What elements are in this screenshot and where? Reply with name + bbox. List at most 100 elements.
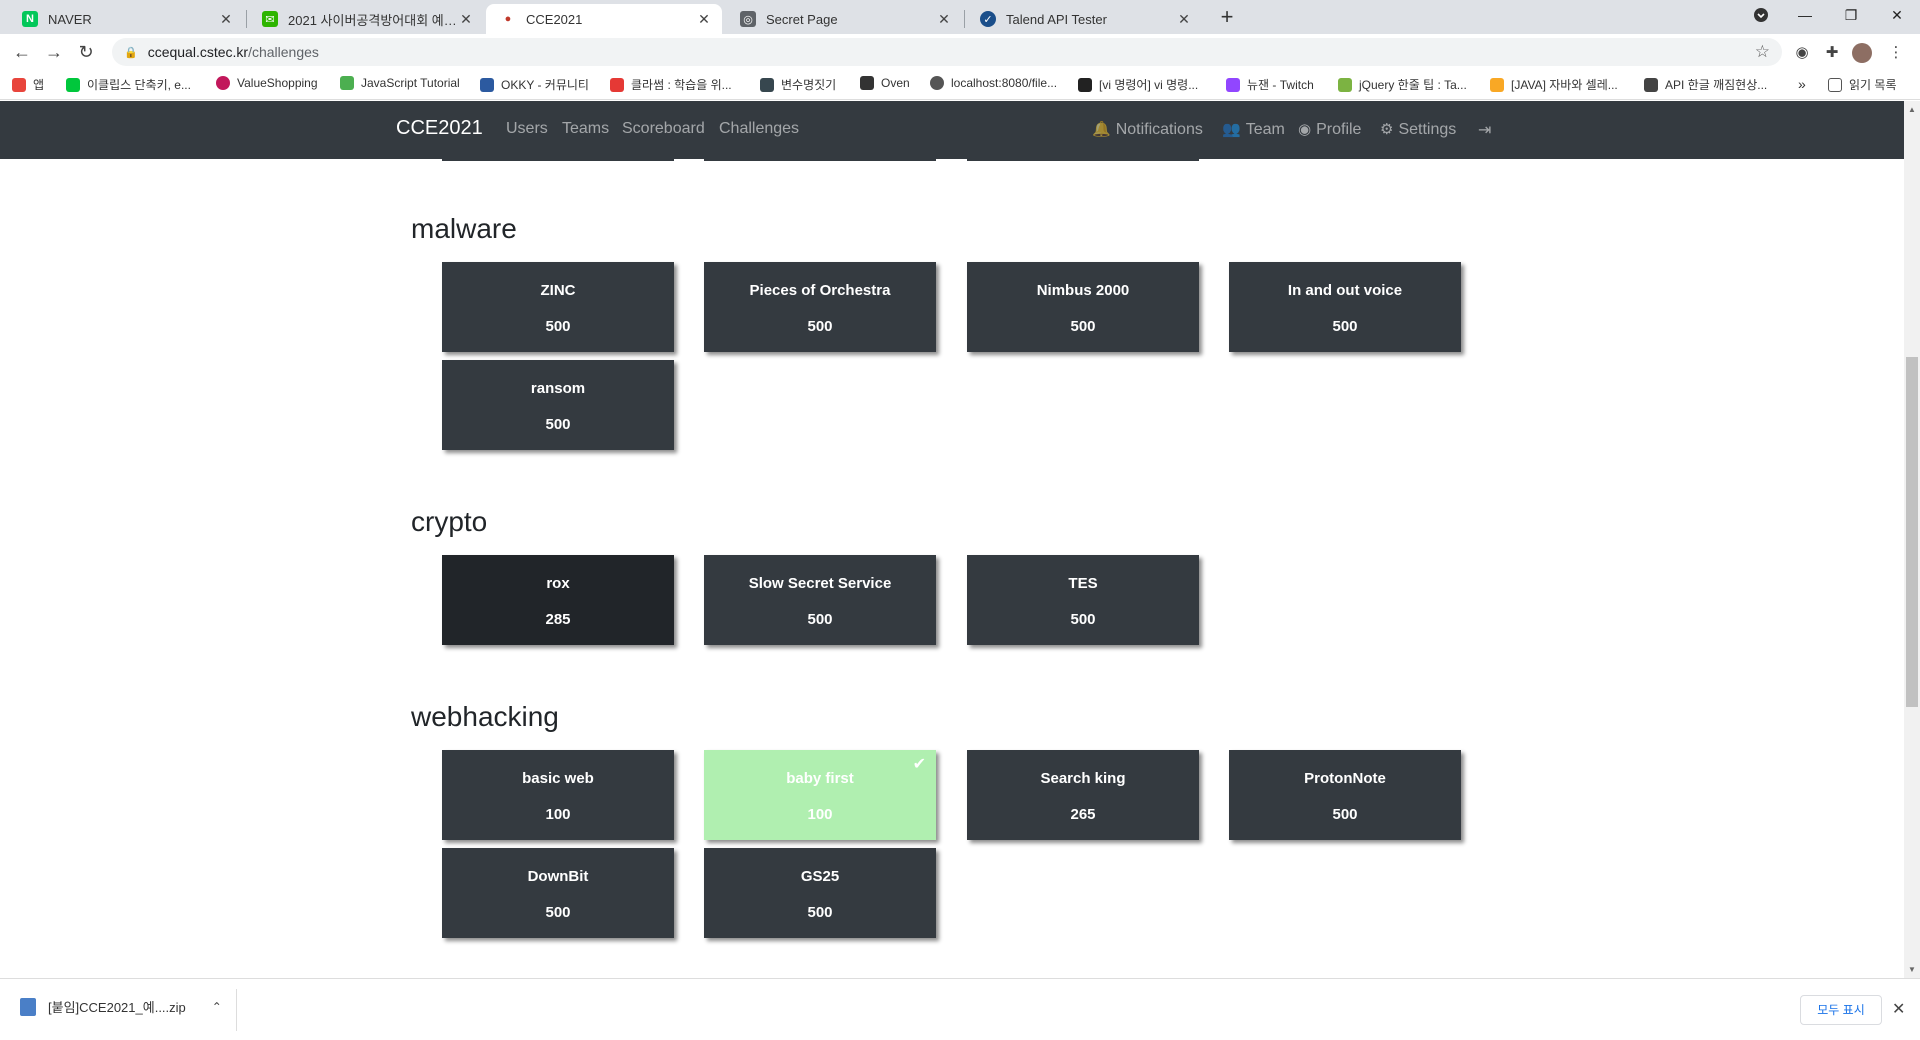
category-title-webhacking: webhacking <box>411 701 559 732</box>
bookmark-item[interactable]: 이클립스 단축키, e... <box>66 76 191 93</box>
page-content: CCE2021 Users Teams Scoreboard Challenge… <box>0 101 1904 978</box>
tab-secret-page[interactable]: ◎ Secret Page ✕ <box>726 4 962 34</box>
address-bar[interactable]: 🔒 ccequal.cstec.kr/challenges ☆ <box>112 38 1782 66</box>
scroll-up-icon[interactable]: ▲ <box>1908 105 1916 114</box>
challenge-card[interactable]: Search king 265 <box>967 750 1199 840</box>
gears-icon: ⚙ <box>1380 121 1394 138</box>
nav-teams[interactable]: Teams <box>562 120 609 138</box>
extensions-puzzle-icon[interactable]: ✚ <box>1822 43 1842 63</box>
tab-naver[interactable]: N NAVER ✕ <box>8 4 244 34</box>
challenge-name: rox <box>546 575 570 592</box>
bookmark-label: jQuery 한줄 팁 : Ta... <box>1359 78 1467 92</box>
challenge-card[interactable]: GS25 500 <box>704 848 936 938</box>
challenge-name: Nimbus 2000 <box>1036 282 1130 299</box>
tab-title: Talend API Tester <box>1006 11 1107 27</box>
bookmark-item[interactable]: 클라썸 : 학습을 위... <box>610 76 732 93</box>
bookmark-item[interactable]: localhost:8080/file... <box>930 76 1057 90</box>
bookmark-item[interactable]: API 한글 깨짐현상... <box>1644 76 1767 93</box>
reading-list-icon <box>1828 77 1842 92</box>
bookmark-item[interactable]: JavaScript Tutorial <box>340 76 460 90</box>
bookmark-label: localhost:8080/file... <box>951 76 1058 90</box>
chevron-up-icon[interactable]: ⌃ <box>212 1000 222 1014</box>
window-close-icon[interactable]: ✕ <box>1874 0 1920 30</box>
site-navbar: CCE2021 Users Teams Scoreboard Challenge… <box>0 101 1904 159</box>
more-bookmarks-icon[interactable]: » <box>1798 76 1806 92</box>
close-icon[interactable]: ✕ <box>696 11 712 28</box>
challenge-value: 265 <box>1070 806 1096 823</box>
challenge-card[interactable]: ZINC 500 <box>442 262 674 352</box>
globe-icon <box>930 76 944 90</box>
challenge-card[interactable]: basic web 100 <box>442 750 674 840</box>
bookmark-item[interactable]: 뉴잰 - Twitch <box>1226 76 1314 93</box>
avatar[interactable] <box>1852 43 1872 63</box>
challenge-card[interactable]: Pieces of Orchestra 500 <box>704 262 936 352</box>
minimize-icon[interactable]: — <box>1782 0 1828 30</box>
logout-icon[interactable]: ⇥ <box>1478 120 1491 140</box>
question-icon <box>760 77 774 92</box>
nav-settings[interactable]: ⚙ Settings <box>1380 120 1456 139</box>
bookmark-item[interactable]: jQuery 한줄 팁 : Ta... <box>1338 76 1467 93</box>
w3schools-icon <box>340 76 354 90</box>
nav-users[interactable]: Users <box>506 120 548 138</box>
challenge-name: baby first <box>786 770 854 787</box>
challenge-value: 500 <box>1332 318 1358 335</box>
tab-talend[interactable]: ✓ Talend API Tester ✕ <box>966 4 1202 34</box>
nav-profile[interactable]: ◉ Profile <box>1298 120 1361 139</box>
scroll-down-icon[interactable]: ▼ <box>1908 965 1916 974</box>
brand-logo[interactable]: CCE2021 <box>396 117 483 140</box>
api-icon <box>1644 77 1658 92</box>
menu-icon[interactable]: ⋮ <box>1886 43 1906 63</box>
lock-icon[interactable]: 🔒 <box>124 46 138 59</box>
restore-icon[interactable]: ❐ <box>1828 0 1874 30</box>
back-icon[interactable]: ← <box>10 40 34 64</box>
tab-cyber-defense[interactable]: ✉ 2021 사이버공격방어대회 예선 · ✕ <box>248 4 484 34</box>
nav-challenges[interactable]: Challenges <box>719 120 799 138</box>
bookmark-item[interactable]: 변수명짓기 <box>760 76 836 93</box>
new-tab-icon[interactable]: + <box>1214 4 1240 30</box>
bookmark-item[interactable]: Oven <box>860 76 910 90</box>
close-icon[interactable]: ✕ <box>458 11 474 28</box>
forward-icon[interactable]: → <box>42 40 66 64</box>
bookmark-item[interactable]: OKKY - 커뮤니티 <box>480 76 589 93</box>
challenge-card[interactable]: DownBit 500 <box>442 848 674 938</box>
challenge-card[interactable]: ransom 500 <box>442 360 674 450</box>
bookmark-apps[interactable]: 앱 <box>12 76 44 93</box>
reload-icon[interactable]: ↻ <box>74 40 98 64</box>
challenge-card[interactable]: ProtonNote 500 <box>1229 750 1461 840</box>
close-icon[interactable]: ✕ <box>1176 11 1192 28</box>
download-shelf: [붙임]CCE2021_예....zip ⌃ 모두 표시 ✕ <box>0 978 1920 1040</box>
show-all-button[interactable]: 모두 표시 <box>1800 995 1882 1025</box>
bookmark-item[interactable]: [vi 명령어] vi 명령... <box>1078 76 1198 93</box>
bookmark-label: Oven <box>881 76 910 90</box>
extension-icon[interactable]: ◉ <box>1792 43 1812 63</box>
page-scrollbar[interactable]: ▲ ▼ <box>1904 101 1920 978</box>
challenge-name: Search king <box>1040 770 1126 787</box>
challenge-card[interactable]: In and out voice 500 <box>1229 262 1461 352</box>
bookmark-item[interactable]: [JAVA] 자바와 셀레... <box>1490 76 1618 93</box>
download-item[interactable]: [붙임]CCE2021_예....zip ⌃ <box>20 997 222 1016</box>
challenge-name: In and out voice <box>1287 282 1403 299</box>
close-shelf-icon[interactable]: ✕ <box>1892 999 1905 1019</box>
bookmark-item[interactable]: ValueShopping <box>216 76 318 90</box>
bookmark-label: [JAVA] 자바와 셀레... <box>1511 78 1618 92</box>
challenge-card[interactable]: Slow Secret Service 500 <box>704 555 936 645</box>
bookmark-label: 뉴잰 - Twitch <box>1247 78 1314 92</box>
challenge-card[interactable]: Nimbus 2000 500 <box>967 262 1199 352</box>
close-icon[interactable]: ✕ <box>936 11 952 28</box>
download-filename: [붙임]CCE2021_예....zip <box>48 1000 186 1015</box>
nav-team[interactable]: 👥 Team <box>1222 120 1285 139</box>
close-icon[interactable]: ✕ <box>218 11 234 28</box>
challenge-card-solved[interactable]: ✔ baby first 100 <box>704 750 936 840</box>
challenge-card[interactable]: TES 500 <box>967 555 1199 645</box>
globe-favicon-icon: ◎ <box>740 11 756 27</box>
tab-title: 2021 사이버공격방어대회 예선 · <box>288 12 458 28</box>
zip-file-icon <box>20 997 36 1016</box>
scrollbar-thumb[interactable] <box>1906 357 1918 707</box>
tab-search-icon[interactable] <box>1738 0 1784 30</box>
bookmark-star-icon[interactable]: ☆ <box>1755 42 1770 62</box>
challenge-card[interactable]: rox 285 <box>442 555 674 645</box>
reading-list[interactable]: 읽기 목록 <box>1828 76 1897 93</box>
nav-scoreboard[interactable]: Scoreboard <box>622 120 705 138</box>
tab-cce2021[interactable]: ● CCE2021 ✕ <box>486 4 722 34</box>
nav-notifications[interactable]: 🔔 Notifications <box>1092 120 1203 139</box>
